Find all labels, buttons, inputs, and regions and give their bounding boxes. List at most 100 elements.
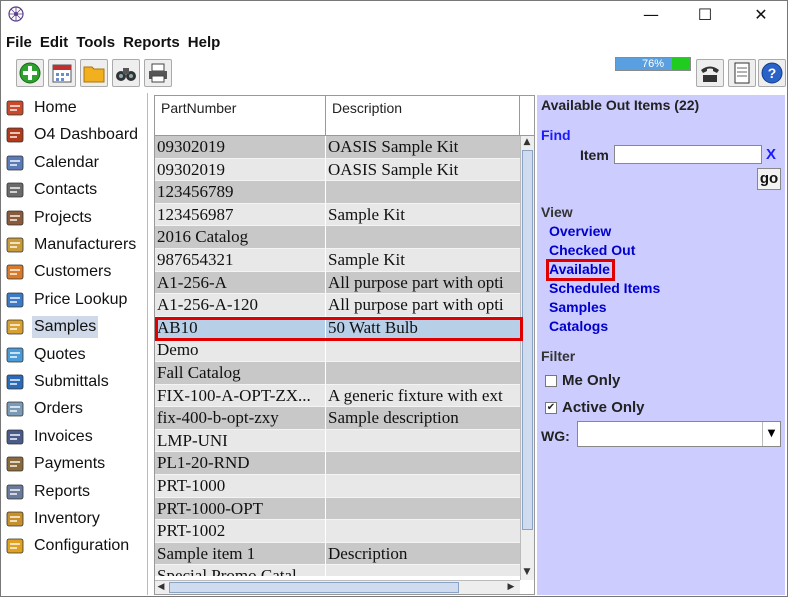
- nav-item-label: Quotes: [34, 345, 86, 363]
- view-link-catalogs[interactable]: Catalogs: [549, 318, 608, 334]
- phone-button[interactable]: [696, 59, 724, 87]
- cell-description: All purpose part with opti: [328, 272, 504, 292]
- column-header-description[interactable]: Description: [326, 96, 520, 136]
- vertical-scrollbar[interactable]: ▲ ▼: [520, 136, 534, 580]
- nav-item-projects[interactable]: Projects: [2, 205, 148, 231]
- nav-item-quotes[interactable]: Quotes: [2, 342, 148, 368]
- cell-description: [326, 226, 520, 249]
- nav-item-inventory[interactable]: Inventory: [2, 506, 148, 532]
- view-link-samples[interactable]: Samples: [549, 299, 607, 315]
- scroll-up-icon[interactable]: ▲: [521, 136, 533, 148]
- calendar-tool-button[interactable]: [48, 59, 76, 87]
- nav-item-samples[interactable]: Samples: [2, 314, 148, 340]
- menu-edit[interactable]: Edit: [36, 32, 72, 54]
- table-row[interactable]: 09302019 OASIS Sample Kit: [155, 158, 520, 182]
- menu-help[interactable]: Help: [184, 32, 225, 54]
- table-header: PartNumber Description: [155, 96, 534, 136]
- view-link-checked-out[interactable]: Checked Out: [549, 242, 635, 258]
- help-icon: ?: [761, 62, 783, 84]
- dashboard-icon: [4, 124, 26, 146]
- nav-item-price-lookup[interactable]: Price Lookup: [2, 287, 148, 313]
- close-button[interactable]: ✕: [738, 4, 784, 28]
- table-row[interactable]: Fall Catalog: [155, 362, 520, 385]
- view-link-scheduled-items[interactable]: Scheduled Items: [549, 280, 660, 296]
- nav-item-contacts[interactable]: Contacts: [2, 177, 148, 203]
- nav-item-manufacturers[interactable]: Manufacturers: [2, 232, 148, 258]
- horizontal-scrollbar[interactable]: ◀ ▶: [155, 580, 520, 594]
- table-row[interactable]: PL1-20-RND: [155, 452, 520, 475]
- nav-item-reports[interactable]: Reports: [2, 479, 148, 505]
- scroll-down-icon[interactable]: ▼: [521, 566, 533, 578]
- cell-partnumber: Special Promo Catal: [155, 565, 326, 576]
- table-row[interactable]: LMP-UNI: [155, 429, 520, 453]
- nav-item-label: Payments: [34, 455, 106, 473]
- table-row[interactable]: 123456789: [155, 181, 520, 204]
- active-only-checkbox[interactable]: ✔: [545, 401, 557, 414]
- cell-description: Sample Kit: [328, 250, 405, 269]
- nav-item-calendar[interactable]: Calendar: [2, 150, 148, 176]
- cell-description: Sample Kit: [328, 204, 405, 224]
- nav-item-submittals[interactable]: Submittals: [2, 369, 148, 395]
- horizontal-scroll-thumb[interactable]: [169, 582, 459, 593]
- table-row[interactable]: FIX-100-A-OPT-ZX... A generic fixture wit…: [155, 384, 520, 408]
- clear-search-button[interactable]: X: [766, 146, 776, 163]
- nav-item-label: Projects: [34, 208, 92, 226]
- notes-button[interactable]: [728, 59, 756, 87]
- cell-partnumber: FIX-100-A-OPT-ZX...: [155, 384, 326, 408]
- table-row[interactable]: fix-400-b-opt-zxy Sample description: [155, 407, 520, 430]
- chevron-down-icon[interactable]: ▼: [762, 422, 780, 446]
- nav-item-orders[interactable]: Orders: [2, 396, 148, 422]
- active-only-checkbox-row[interactable]: ✔ Active Only: [545, 399, 645, 416]
- vertical-scroll-thumb[interactable]: [522, 150, 533, 530]
- binoculars-icon: [116, 68, 136, 81]
- scroll-right-icon[interactable]: ▶: [505, 581, 517, 593]
- table-row[interactable]: Demo: [155, 339, 520, 362]
- invoices-icon: [4, 426, 26, 448]
- nav-item-home[interactable]: Home: [2, 95, 148, 121]
- notepad-icon: [734, 62, 750, 84]
- cell-partnumber: 09302019: [155, 158, 326, 182]
- add-button[interactable]: [16, 59, 44, 87]
- scroll-left-icon[interactable]: ◀: [155, 581, 167, 593]
- nav-item-invoices[interactable]: Invoices: [2, 424, 148, 450]
- table-row[interactable]: 123456987 Sample Kit: [155, 203, 520, 227]
- app-logo-icon: [8, 6, 24, 22]
- price-lookup-icon: [4, 289, 26, 311]
- help-button[interactable]: ?: [758, 59, 786, 87]
- cell-partnumber: AB10: [155, 316, 326, 340]
- table-row[interactable]: 987654321 Sample Kit: [155, 249, 520, 272]
- table-row[interactable]: 2016 Catalog: [155, 226, 520, 249]
- table-row[interactable]: PRT-1002: [155, 520, 520, 543]
- me-only-checkbox[interactable]: [545, 374, 557, 387]
- view-link-available[interactable]: Available: [549, 261, 610, 277]
- view-link-overview[interactable]: Overview: [549, 223, 611, 239]
- table-row[interactable]: PRT-1000: [155, 475, 520, 498]
- item-search-input[interactable]: [614, 145, 762, 164]
- maximize-button[interactable]: ☐: [682, 4, 728, 28]
- menu-tools[interactable]: Tools: [72, 32, 119, 54]
- nav-item-label: Price Lookup: [34, 290, 128, 308]
- table-row[interactable]: AB10 50 Watt Bulb: [155, 316, 520, 340]
- menu-file[interactable]: File: [2, 32, 36, 54]
- cell-partnumber: 987654321: [155, 249, 326, 272]
- nav-item-customers[interactable]: Customers: [2, 259, 148, 285]
- nav-item-configuration[interactable]: Configuration: [2, 533, 148, 559]
- column-header-partnumber[interactable]: PartNumber: [155, 96, 326, 136]
- menu-reports[interactable]: Reports: [119, 32, 184, 54]
- table-row[interactable]: PRT-1000-OPT: [155, 497, 520, 521]
- nav-item-o4-dashboard[interactable]: O4 Dashboard: [2, 122, 148, 148]
- minimize-button[interactable]: —: [628, 4, 674, 28]
- table-row[interactable]: A1-256-A-120 All purpose part with opti: [155, 294, 520, 317]
- table-row[interactable]: A1-256-A All purpose part with opti: [155, 271, 520, 295]
- print-button[interactable]: [144, 59, 172, 87]
- me-only-checkbox-row[interactable]: Me Only: [545, 372, 620, 389]
- go-button[interactable]: go: [757, 168, 781, 190]
- search-button[interactable]: [112, 59, 140, 87]
- wg-dropdown[interactable]: ▼: [577, 421, 781, 447]
- table-row[interactable]: 09302019 OASIS Sample Kit: [155, 136, 520, 159]
- open-folder-button[interactable]: [80, 59, 108, 87]
- table-row[interactable]: Special Promo Catal: [155, 565, 520, 576]
- table-row[interactable]: Sample item 1 Description: [155, 542, 520, 566]
- nav-item-payments[interactable]: Payments: [2, 451, 148, 477]
- table-body: 09302019 OASIS Sample Kit 09302019 OASIS Sa…: [155, 136, 520, 576]
